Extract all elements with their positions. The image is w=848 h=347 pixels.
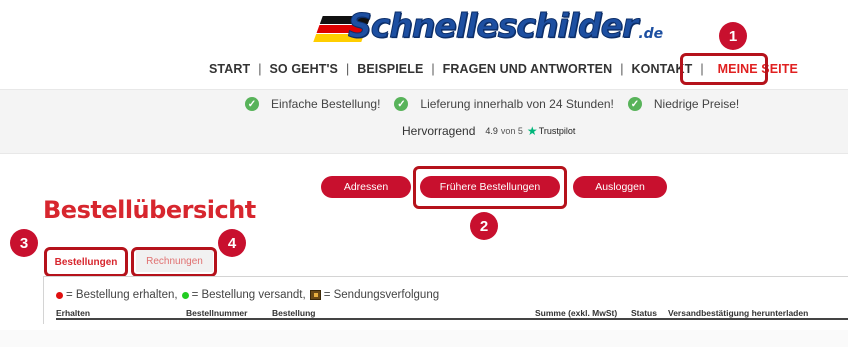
legend-tracking: = Sendungsverfolgung bbox=[323, 289, 440, 301]
column-status[interactable]: Status bbox=[631, 308, 657, 318]
check-circle-icon: ✓ bbox=[245, 97, 259, 111]
red-dot-icon bbox=[56, 291, 63, 299]
usp-text: Lieferung innerhalb von 24 Stunden! bbox=[420, 97, 614, 111]
nav-start[interactable]: START bbox=[205, 62, 254, 76]
check-circle-icon: ✓ bbox=[627, 97, 642, 111]
column-erhalten[interactable]: Erhalten bbox=[56, 308, 90, 318]
usp-text: Einfache Bestellung! bbox=[271, 97, 381, 111]
annotation-badge-3: 3 bbox=[10, 229, 38, 257]
trustpilot-widget[interactable]: Hervorragend 4.9 von 5 ★ Trustpilot bbox=[402, 124, 575, 138]
column-bestellnummer[interactable]: Bestellnummer bbox=[186, 308, 247, 318]
package-icon bbox=[309, 290, 321, 300]
nav-so-gehts[interactable]: SO GEHT'S bbox=[266, 62, 342, 76]
annotation-badge-1: 1 bbox=[719, 22, 747, 50]
trustpilot-star-icon: ★ bbox=[526, 124, 538, 138]
green-dot-icon bbox=[181, 291, 189, 299]
usp-text: Niedrige Preise! bbox=[653, 97, 740, 111]
usp-item: ✓ Niedrige Preise! bbox=[627, 97, 740, 111]
nav-separator: | bbox=[431, 62, 435, 76]
logo-text: Schnelleschilder bbox=[347, 6, 638, 46]
nav-fragen-und-antworten[interactable]: FRAGEN UND ANTWORTEN bbox=[439, 62, 617, 76]
usp-item: ✓ Einfache Bestellung! bbox=[245, 97, 380, 111]
page: Schnelleschilder .de START | SO GEHT'S |… bbox=[0, 0, 848, 347]
highlight-tab-rechnungen bbox=[131, 247, 217, 277]
highlight-tab-bestellungen bbox=[44, 247, 128, 277]
usp-item: ✓ Lieferung innerhalb von 24 Stunden! bbox=[394, 97, 614, 111]
nav-beispiele[interactable]: BEISPIELE bbox=[353, 62, 427, 76]
trustpilot-brand: Trustpilot bbox=[538, 126, 576, 136]
status-legend: = Bestellung erhalten, = Bestellung vers… bbox=[56, 289, 439, 301]
footer-strip bbox=[0, 330, 848, 347]
orders-table-header: Erhalten Bestellnummer Bestellung Summe … bbox=[56, 308, 848, 320]
trustpilot-rating-label: Hervorragend bbox=[402, 124, 476, 138]
nav-separator: | bbox=[345, 62, 350, 76]
column-versandbestaetigung[interactable]: Versandbestätigung herunterladen bbox=[668, 308, 808, 318]
trustpilot-score: 4.9 bbox=[485, 126, 498, 136]
legend-received: = Bestellung erhalten, bbox=[66, 289, 178, 301]
legend-shipped: = Bestellung versandt, bbox=[191, 289, 306, 301]
highlight-meine-seite bbox=[680, 53, 768, 85]
site-logo[interactable]: Schnelleschilder .de bbox=[313, 4, 664, 46]
highlight-fruehere-bestellungen bbox=[413, 166, 567, 209]
column-summe[interactable]: Summe (exkl. MwSt) bbox=[535, 308, 617, 318]
check-circle-icon: ✓ bbox=[394, 97, 409, 111]
ausloggen-button[interactable]: Ausloggen bbox=[573, 176, 667, 198]
logo-tld: .de bbox=[638, 26, 664, 42]
page-title: Bestellübersicht bbox=[43, 196, 256, 224]
nav-separator: | bbox=[258, 62, 262, 76]
annotation-badge-2: 2 bbox=[470, 212, 498, 240]
usp-list: ✓ Einfache Bestellung! ✓ Lieferung inner… bbox=[245, 97, 753, 111]
annotation-badge-4: 4 bbox=[218, 229, 246, 257]
trustpilot-scale: von 5 bbox=[500, 126, 523, 136]
column-bestellung[interactable]: Bestellung bbox=[272, 308, 315, 318]
nav-separator: | bbox=[620, 62, 624, 76]
adressen-button[interactable]: Adressen bbox=[321, 176, 411, 198]
